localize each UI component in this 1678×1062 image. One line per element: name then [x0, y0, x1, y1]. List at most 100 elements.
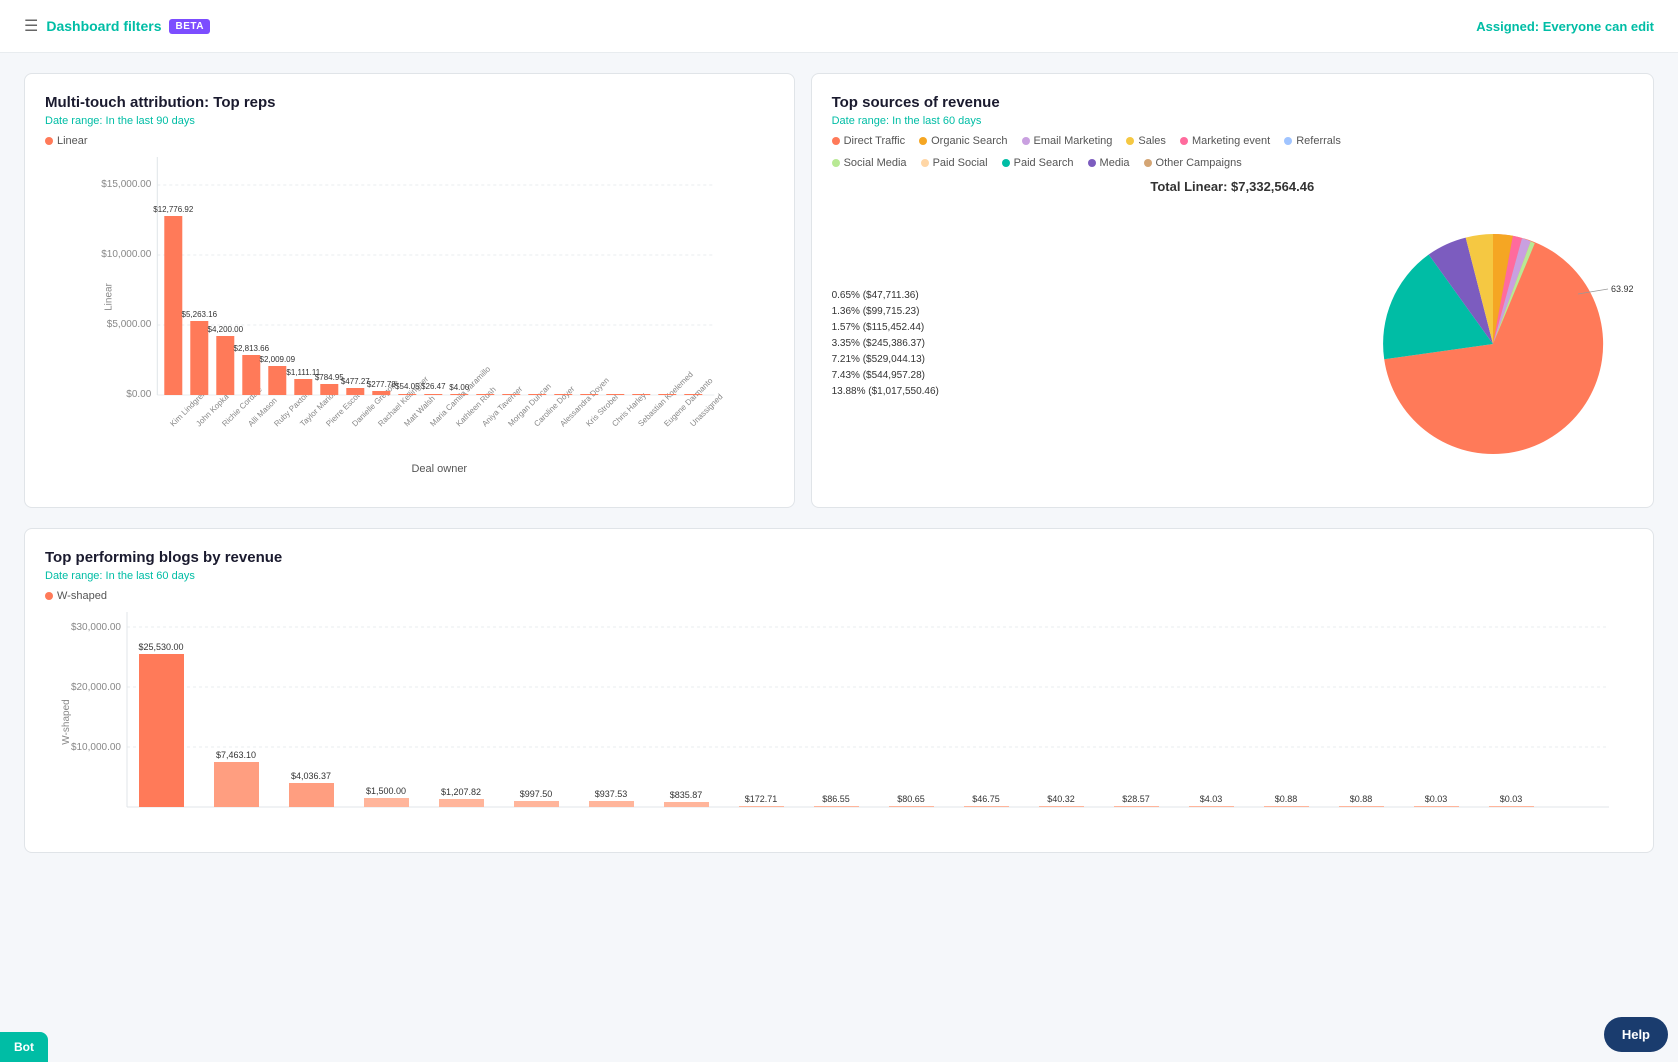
svg-text:$5,263.16: $5,263.16 — [181, 310, 217, 319]
bar-morgan — [502, 394, 520, 395]
label-email: Email Marketing — [1034, 135, 1113, 147]
dot-direct — [832, 137, 840, 145]
svg-text:Linear: Linear — [103, 282, 114, 310]
bar-blog1 — [139, 654, 184, 807]
bar-pierre — [320, 384, 338, 395]
legend-other-campaigns: Other Campaigns — [1144, 157, 1242, 169]
bar-richie — [216, 336, 234, 395]
svg-text:$4.03: $4.03 — [1200, 794, 1223, 804]
chart2-date-range: Date range: In the last 60 days — [832, 115, 1633, 127]
pie-chart-wrapper: 0.65% ($47,711.36) 1.36% ($99,715.23) 1.… — [832, 204, 1633, 487]
legend-social-media: Social Media — [832, 157, 907, 169]
svg-text:$1,500.00: $1,500.00 — [366, 786, 406, 796]
svg-text:$0.88: $0.88 — [1350, 794, 1373, 804]
label-wshaped: W-shaped — [57, 590, 107, 602]
chart1-legend-linear: Linear — [45, 135, 88, 147]
svg-text:$0.03: $0.03 — [1500, 794, 1523, 804]
svg-text:$1,207.82: $1,207.82 — [441, 787, 481, 797]
top-bar: ☰ Dashboard filters BETA Assigned: Every… — [0, 0, 1678, 53]
svg-text:$937.53: $937.53 — [595, 789, 628, 799]
chart3-date-range: Date range: In the last 60 days — [45, 570, 1633, 582]
svg-text:$80.65: $80.65 — [897, 794, 925, 804]
chart2-legend-row2: Social Media Paid Social Paid Search Med… — [832, 157, 1633, 169]
chart1-legend-row: Linear — [45, 135, 774, 147]
top-bar-right: Assigned: Everyone can edit — [1476, 19, 1654, 34]
svg-text:$835.87: $835.87 — [670, 790, 703, 800]
assigned-label: Assigned: — [1476, 19, 1539, 34]
chart3-title: Top performing blogs by revenue — [45, 549, 1633, 566]
bar-blog7 — [589, 801, 634, 807]
svg-text:$86.55: $86.55 — [822, 794, 850, 804]
beta-badge: BETA — [169, 19, 209, 34]
bar-blog17 — [1339, 806, 1384, 807]
bar-blog18 — [1414, 806, 1459, 807]
bar-kris — [580, 394, 598, 395]
legend-dot-linear — [45, 137, 53, 145]
label-mktg: Marketing event — [1192, 135, 1270, 147]
label-direct: Direct Traffic — [844, 135, 906, 147]
svg-text:Deal owner: Deal owner — [411, 463, 467, 475]
svg-text:$10,000.00: $10,000.00 — [71, 742, 121, 753]
svg-text:$0.03: $0.03 — [1425, 794, 1448, 804]
bar-blog19 — [1489, 806, 1534, 807]
bar-caroline — [528, 394, 546, 395]
chart3-svg: $30,000.00 $20,000.00 $10,000.00 W-shape… — [45, 612, 1633, 832]
label-paid-search: Paid Search — [1014, 157, 1074, 169]
pie-total: Total Linear: $7,332,564.46 — [832, 179, 1633, 194]
pie-right-label: 63.92% ($4,687,233.79) — [1611, 284, 1633, 294]
bar-danielle — [346, 388, 364, 395]
bar-blog13 — [1039, 806, 1084, 807]
chart-blogs: Top performing blogs by revenue Date ran… — [24, 528, 1654, 853]
bar-taylor — [294, 379, 312, 395]
bar-john — [190, 321, 208, 395]
svg-text:$10,000.00: $10,000.00 — [101, 249, 151, 260]
bar-rachael — [372, 391, 390, 395]
bar-blog8 — [664, 802, 709, 807]
bar-unassigned — [684, 394, 702, 395]
charts-row-top: Multi-touch attribution: Top reps Date r… — [24, 73, 1654, 508]
svg-text:$30,000.00: $30,000.00 — [71, 622, 121, 633]
edit-label[interactable]: Everyone can edit — [1543, 19, 1654, 34]
svg-text:$20,000.00: $20,000.00 — [71, 682, 121, 693]
dot-media — [1088, 159, 1096, 167]
dot-email — [1022, 137, 1030, 145]
bar-eugene — [658, 394, 676, 395]
chart2-legend-row: Direct Traffic Organic Search Email Mark… — [832, 135, 1633, 147]
chart1-title: Multi-touch attribution: Top reps — [45, 94, 774, 111]
bar-blog9 — [739, 806, 784, 807]
svg-text:$54.05: $54.05 — [395, 382, 420, 391]
bar-blog2 — [214, 762, 259, 807]
bar-blog5 — [439, 799, 484, 807]
legend-media: Media — [1088, 157, 1130, 169]
svg-text:$172.71: $172.71 — [745, 794, 778, 804]
bot-badge[interactable]: Bot — [0, 1032, 48, 1062]
bar-alessandra — [554, 394, 572, 395]
legend-label-linear: Linear — [57, 135, 88, 147]
svg-text:W-shaped: W-shaped — [61, 699, 72, 744]
legend-paid-search: Paid Search — [1002, 157, 1074, 169]
legend-email-marketing: Email Marketing — [1022, 135, 1113, 147]
pie-svg-container: 63.92% ($4,687,233.79) — [1353, 204, 1633, 487]
dot-paid-search — [1002, 159, 1010, 167]
svg-text:$28.57: $28.57 — [1122, 794, 1150, 804]
main-content: Multi-touch attribution: Top reps Date r… — [0, 53, 1678, 873]
bar-matt — [398, 394, 416, 395]
bar-blog14 — [1114, 806, 1159, 807]
svg-text:$997.50: $997.50 — [520, 789, 553, 799]
bar-chris — [606, 394, 624, 395]
svg-text:$15,000.00: $15,000.00 — [101, 179, 151, 190]
dashboard-filters-label[interactable]: Dashboard filters — [46, 18, 161, 34]
chart-multi-touch: Multi-touch attribution: Top reps Date r… — [24, 73, 795, 508]
pie-labels-left: 0.65% ($47,711.36) 1.36% ($99,715.23) 1.… — [832, 290, 1353, 402]
dot-mktg — [1180, 137, 1188, 145]
bar-blog3 — [289, 783, 334, 807]
svg-text:$26.47: $26.47 — [421, 382, 446, 391]
svg-text:$2,009.09: $2,009.09 — [259, 355, 295, 364]
svg-text:$0.00: $0.00 — [126, 389, 151, 400]
dot-paid-social — [921, 159, 929, 167]
svg-text:$5,000.00: $5,000.00 — [107, 319, 152, 330]
help-badge[interactable]: Help — [1604, 1017, 1668, 1052]
hamburger-icon[interactable]: ☰ — [24, 16, 38, 36]
dot-wshaped — [45, 592, 53, 600]
legend-referrals: Referrals — [1284, 135, 1341, 147]
